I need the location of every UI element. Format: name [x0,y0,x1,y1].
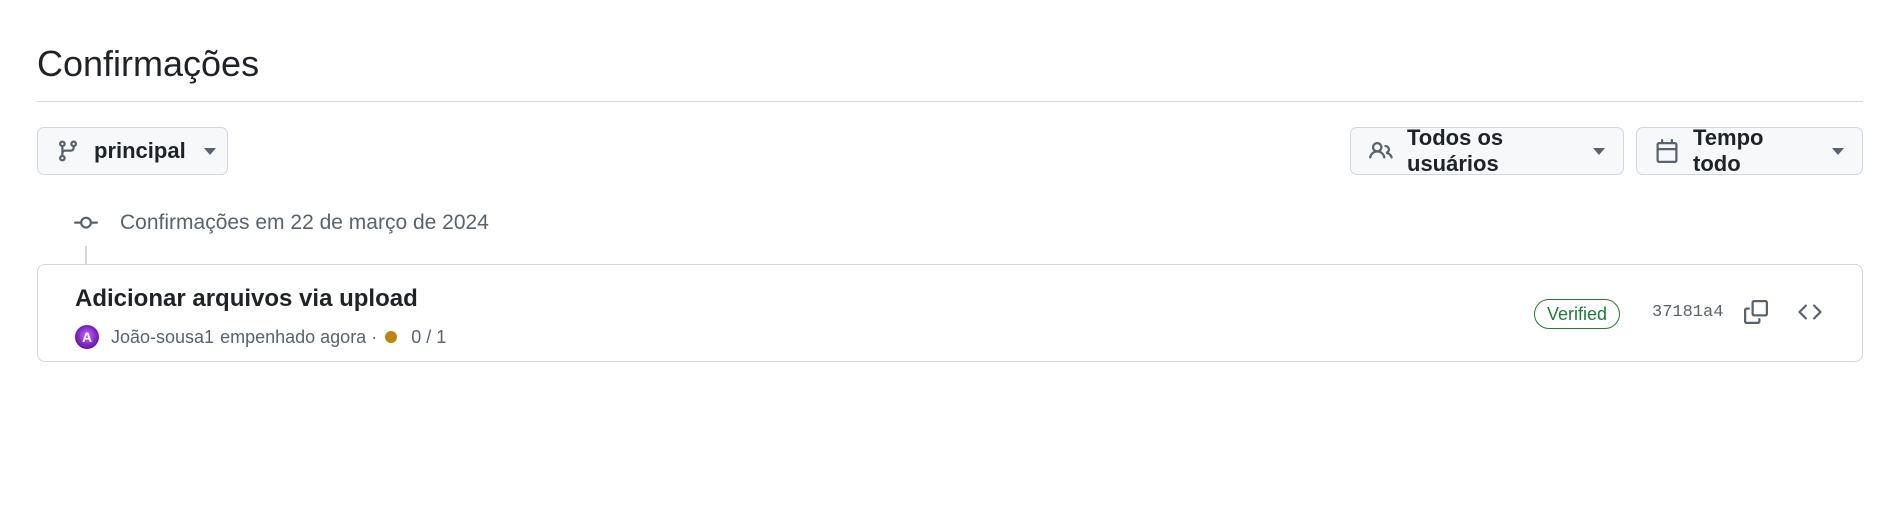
copy-sha-button[interactable] [1741,299,1771,329]
browse-repo-button[interactable] [1795,299,1825,329]
chevron-down-icon [203,147,216,155]
commit-author-link[interactable]: João-sousa1 [111,327,214,348]
commit-title-link[interactable]: Adicionar arquivos via upload [75,285,418,313]
branch-label: principal [94,138,186,163]
commit-group-header: Confirmações em 22 de março de 2024 [74,208,489,238]
git-branch-icon [56,139,80,163]
title-row: Confirmações [37,40,1863,102]
git-commit-icon [74,211,98,235]
avatar[interactable]: A [75,325,99,349]
verified-badge[interactable]: Verified [1534,299,1621,329]
commit-action-text: empenhado agora · [220,326,378,347]
time-filter-button[interactable]: Tempo todo [1636,125,1863,176]
timeline-connector [85,246,87,266]
time-filter-label: Tempo todo [1693,125,1764,176]
people-icon [1369,139,1393,163]
pending-status-icon[interactable] [385,331,398,343]
chevron-down-icon [1832,147,1844,155]
commit-list-item: Adicionar arquivos via upload A João-sou… [37,264,1863,362]
commit-meta: A João-sousa1 empenhado agora · 0 / 1 [75,323,446,351]
chevron-down-icon [1593,147,1605,155]
commit-sha-link[interactable]: 37181a4 [1652,303,1723,322]
branch-selector-button[interactable]: principal [37,127,228,175]
copy-icon [1744,299,1768,329]
users-filter-label: Todos os usuários [1407,125,1504,176]
commit-group-label: Confirmações em 22 de março de 2024 [120,211,489,234]
code-icon [1798,300,1822,329]
calendar-icon [1655,139,1679,163]
checks-count[interactable]: 0 / 1 [411,327,446,348]
users-filter-button[interactable]: Todos os usuários [1350,125,1624,176]
page-title: Confirmações [37,43,260,84]
